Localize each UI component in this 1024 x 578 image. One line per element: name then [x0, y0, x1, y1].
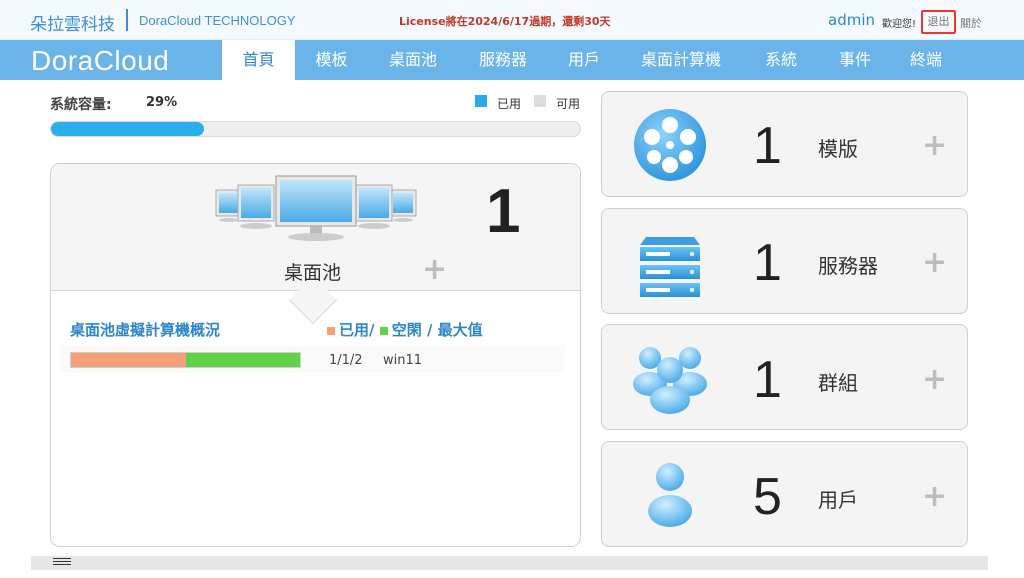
legend-used-swatch [475, 95, 487, 107]
templates-count: 1 [753, 117, 782, 175]
nav-system[interactable]: 系統 [742, 40, 820, 80]
nav-events[interactable]: 事件 [820, 40, 890, 80]
templates-label: 模版 [818, 137, 858, 161]
horizontal-scrollbar[interactable] [31, 556, 988, 570]
vm-legend-used-label: 已用/ [339, 321, 375, 339]
nav-home[interactable]: 首頁 [222, 40, 295, 80]
groups-label: 群組 [818, 371, 858, 395]
server-icon [640, 237, 700, 297]
add-template-button[interactable]: + [922, 131, 947, 161]
scrollbar-grip-icon[interactable] [53, 558, 71, 568]
users-label: 用戶 [818, 488, 858, 512]
vm-ratio: 1/1/2 [329, 353, 363, 368]
nav-desktop-computers[interactable]: 桌面計算機 [620, 40, 742, 80]
user-icon [648, 463, 692, 527]
servers-count: 1 [753, 234, 782, 292]
vm-legend-used-swatch [327, 326, 335, 335]
vm-usage-used-segment [71, 353, 186, 367]
brand-separator [126, 9, 128, 31]
groups-count: 1 [753, 351, 782, 409]
vm-usage-bar [70, 352, 301, 368]
logo: DoraCloud [31, 45, 170, 76]
legend-used-label: 已用 [497, 97, 522, 111]
capacity-label: 系統容量: [50, 97, 112, 113]
servers-label: 服務器 [818, 254, 878, 278]
add-desktop-pool-button[interactable]: + [422, 255, 447, 285]
add-server-button[interactable]: + [922, 248, 947, 278]
vm-overview-legend: 已用/ 空閑 / 最大值 [327, 319, 483, 340]
nav-terminals[interactable]: 終端 [890, 40, 962, 80]
about-link[interactable]: 關於 [960, 15, 982, 31]
group-icon [633, 347, 707, 414]
vm-pool-name[interactable]: win11 [383, 353, 422, 368]
capacity-progress-fill [51, 122, 205, 136]
legend-free-label: 可用 [556, 97, 581, 111]
user-name[interactable]: admin [828, 11, 875, 29]
desktop-pool-count: 1 [486, 177, 521, 246]
nav-users[interactable]: 用戶 [548, 40, 620, 80]
vm-legend-free-swatch [379, 326, 388, 335]
desktop-pool-title: 桌面池 [284, 262, 342, 284]
vm-overview-title: 桌面池虛擬計算機概況 [70, 321, 221, 339]
nav-desktop-pools[interactable]: 桌面池 [368, 40, 458, 80]
nav-servers[interactable]: 服務器 [458, 40, 548, 80]
add-user-button[interactable]: + [922, 482, 947, 512]
welcome-text: 歡迎您! [882, 19, 917, 30]
nav-templates[interactable]: 模板 [295, 40, 368, 80]
license-notice: License將在2024/6/17過期，還剩30天 [399, 15, 611, 28]
capacity-progress-bar [50, 121, 581, 137]
users-count: 5 [753, 468, 782, 526]
vm-usage-free-segment [185, 353, 300, 367]
legend-free-swatch [534, 95, 546, 107]
monitors-icon [215, 175, 417, 241]
vm-legend-free-label: 空閑 / 最大值 [391, 321, 483, 339]
brand-name-en: DoraCloud TECHNOLOGY [139, 13, 296, 28]
brand-name-cn: 朵拉雲科技 [30, 15, 115, 35]
capacity-value: 29% [146, 95, 178, 110]
add-group-button[interactable]: + [922, 365, 947, 395]
film-reel-icon [634, 109, 706, 181]
logout-button[interactable]: 退出 [921, 10, 956, 34]
